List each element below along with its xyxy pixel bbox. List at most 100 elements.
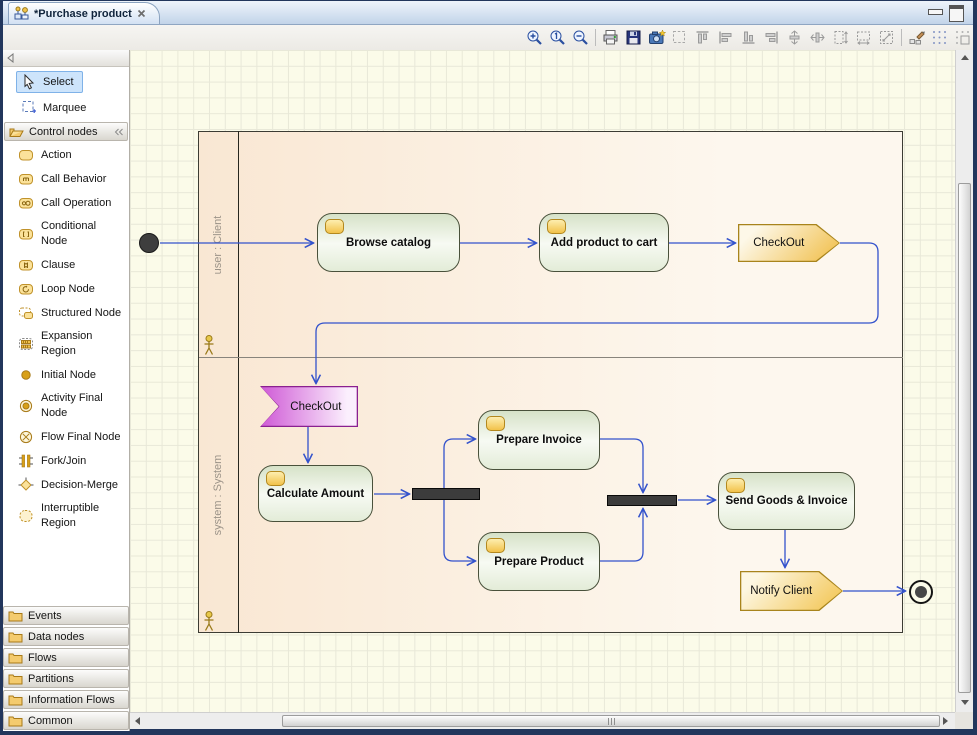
palette-item-label: Structured Node	[41, 306, 125, 321]
thumb-grip	[608, 718, 609, 725]
match-width-button[interactable]	[852, 26, 875, 48]
drawer-control-nodes[interactable]: Control nodes	[4, 122, 128, 141]
zoom-out-button[interactable]	[569, 26, 592, 48]
palette-item-action[interactable]: Action	[3, 143, 129, 167]
palette-item-clause[interactable]: Clause	[3, 253, 129, 277]
maximize-button[interactable]	[949, 5, 964, 22]
tab-purchase-product[interactable]: *Purchase product	[8, 2, 160, 24]
drawer-label: Flows	[28, 652, 57, 664]
palette-tool-select[interactable]: Select	[16, 71, 83, 93]
folder-icon	[8, 694, 23, 706]
action-send-goods-invoice[interactable]: Send Goods & Invoice	[718, 472, 855, 530]
rake-pin-icon	[547, 219, 566, 234]
snapshot-button[interactable]	[645, 26, 668, 48]
action-prepare-invoice[interactable]: Prepare Invoice	[478, 410, 600, 470]
horizontal-scrollbar[interactable]	[130, 712, 955, 729]
accept-event-checkout[interactable]: CheckOut	[260, 386, 358, 427]
palette-tool-marquee[interactable]: Marquee	[16, 97, 95, 118]
scroll-up-icon[interactable]	[961, 55, 969, 60]
distribute-horizontally-button[interactable]	[806, 26, 829, 48]
action-label: Prepare Invoice	[496, 434, 582, 446]
activity-final-node[interactable]	[909, 580, 933, 604]
rake-pin-icon	[486, 416, 505, 431]
action-browse-catalog[interactable]: Browse catalog	[317, 213, 460, 272]
conditional-node-icon	[18, 226, 34, 242]
close-icon[interactable]	[137, 9, 146, 18]
palette-item-call-behavior[interactable]: Call Behavior	[3, 167, 129, 191]
zoom-original-button[interactable]	[546, 26, 569, 48]
save-button[interactable]	[622, 26, 645, 48]
activity-final-node-icon	[18, 398, 34, 414]
folder-icon	[8, 715, 23, 727]
drawer-flows[interactable]: Flows	[3, 648, 129, 667]
tab-title: *Purchase product	[34, 8, 132, 20]
grid-icon	[931, 29, 948, 46]
activity-diagram-icon	[14, 6, 29, 21]
match-height-button[interactable]	[829, 26, 852, 48]
palette-item-conditional-node[interactable]: Conditional Node	[3, 215, 129, 253]
fork-join-icon	[18, 453, 34, 469]
palette-item-fork-join[interactable]: Fork/Join	[3, 449, 129, 473]
drawer-data-nodes[interactable]: Data nodes	[3, 627, 129, 646]
palette-item-expansion-region[interactable]: Expansion Region	[3, 325, 129, 363]
palette-item-decision-merge[interactable]: Decision-Merge	[3, 473, 129, 497]
scroll-down-icon[interactable]	[961, 700, 969, 705]
drawer-events[interactable]: Events	[3, 606, 129, 625]
print-button[interactable]	[599, 26, 622, 48]
palette-item-label: Activity Final Node	[41, 391, 125, 421]
minimize-button[interactable]	[928, 9, 943, 15]
fork-bar[interactable]	[412, 488, 480, 500]
action-calculate-amount[interactable]: Calculate Amount	[258, 465, 373, 522]
drawer-partitions[interactable]: Partitions	[3, 669, 129, 688]
palette-item-flow-final-node[interactable]: Flow Final Node	[3, 425, 129, 449]
apply-appearance-button[interactable]	[905, 26, 928, 48]
drawer-information-flows[interactable]: Information Flows	[3, 690, 129, 709]
palette-item-label: Initial Node	[41, 368, 125, 383]
action-prepare-product[interactable]: Prepare Product	[478, 532, 600, 591]
align-bottom-button[interactable]	[737, 26, 760, 48]
structured-node-icon	[18, 305, 34, 321]
interruptible-region-icon	[18, 508, 34, 524]
actor-icon-client	[201, 334, 217, 356]
palette-item-loop-node[interactable]: Loop Node	[3, 277, 129, 301]
marquee-zoom-button[interactable]	[668, 26, 691, 48]
match-size-button[interactable]	[875, 26, 898, 48]
toolbar-separator	[595, 29, 596, 46]
align-right-button[interactable]	[760, 26, 783, 48]
palette-item-label: Flow Final Node	[41, 430, 125, 445]
join-bar[interactable]	[607, 495, 677, 506]
palette-item-call-operation[interactable]: Call Operation	[3, 191, 129, 215]
snap-to-grid-button[interactable]	[951, 26, 974, 48]
palette-item-initial-node[interactable]: Initial Node	[3, 363, 129, 387]
zoom-out-icon	[572, 29, 589, 46]
palette-item-structured-node[interactable]: Structured Node	[3, 301, 129, 325]
pin-drawer-icon[interactable]	[114, 128, 124, 136]
zoom-in-button[interactable]	[523, 26, 546, 48]
scroll-right-icon[interactable]	[943, 717, 948, 725]
palette-item-label: Call Operation	[41, 196, 125, 211]
horizontal-scrollbar-thumb[interactable]	[282, 715, 940, 727]
folder-icon	[8, 610, 23, 622]
snapshot-icon	[648, 29, 666, 46]
drawer-label: Partitions	[28, 673, 74, 685]
palette-item-interruptible-region[interactable]: Interruptible Region	[3, 497, 129, 535]
action-add-product-to-cart[interactable]: Add product to cart	[539, 213, 669, 272]
scroll-left-icon[interactable]	[135, 717, 140, 725]
folder-icon	[8, 652, 23, 664]
distribute-vertically-button[interactable]	[783, 26, 806, 48]
align-left-button[interactable]	[714, 26, 737, 48]
initial-node[interactable]	[139, 233, 159, 253]
grid-button[interactable]	[928, 26, 951, 48]
send-signal-notify-client[interactable]: Notify Client	[740, 571, 843, 611]
palette-item-activity-final-node[interactable]: Activity Final Node	[3, 387, 129, 425]
vertical-scrollbar[interactable]	[955, 50, 973, 712]
tool-label: Select	[43, 76, 74, 88]
drawer-common[interactable]: Common	[3, 711, 129, 730]
toolbar-icons	[523, 26, 974, 48]
align-top-button[interactable]	[691, 26, 714, 48]
print-icon	[602, 29, 619, 46]
collapse-palette-icon[interactable]	[6, 53, 15, 63]
flow-final-node-icon	[18, 429, 34, 445]
vertical-scrollbar-thumb[interactable]	[958, 183, 971, 693]
send-signal-checkout[interactable]: CheckOut	[738, 224, 840, 262]
